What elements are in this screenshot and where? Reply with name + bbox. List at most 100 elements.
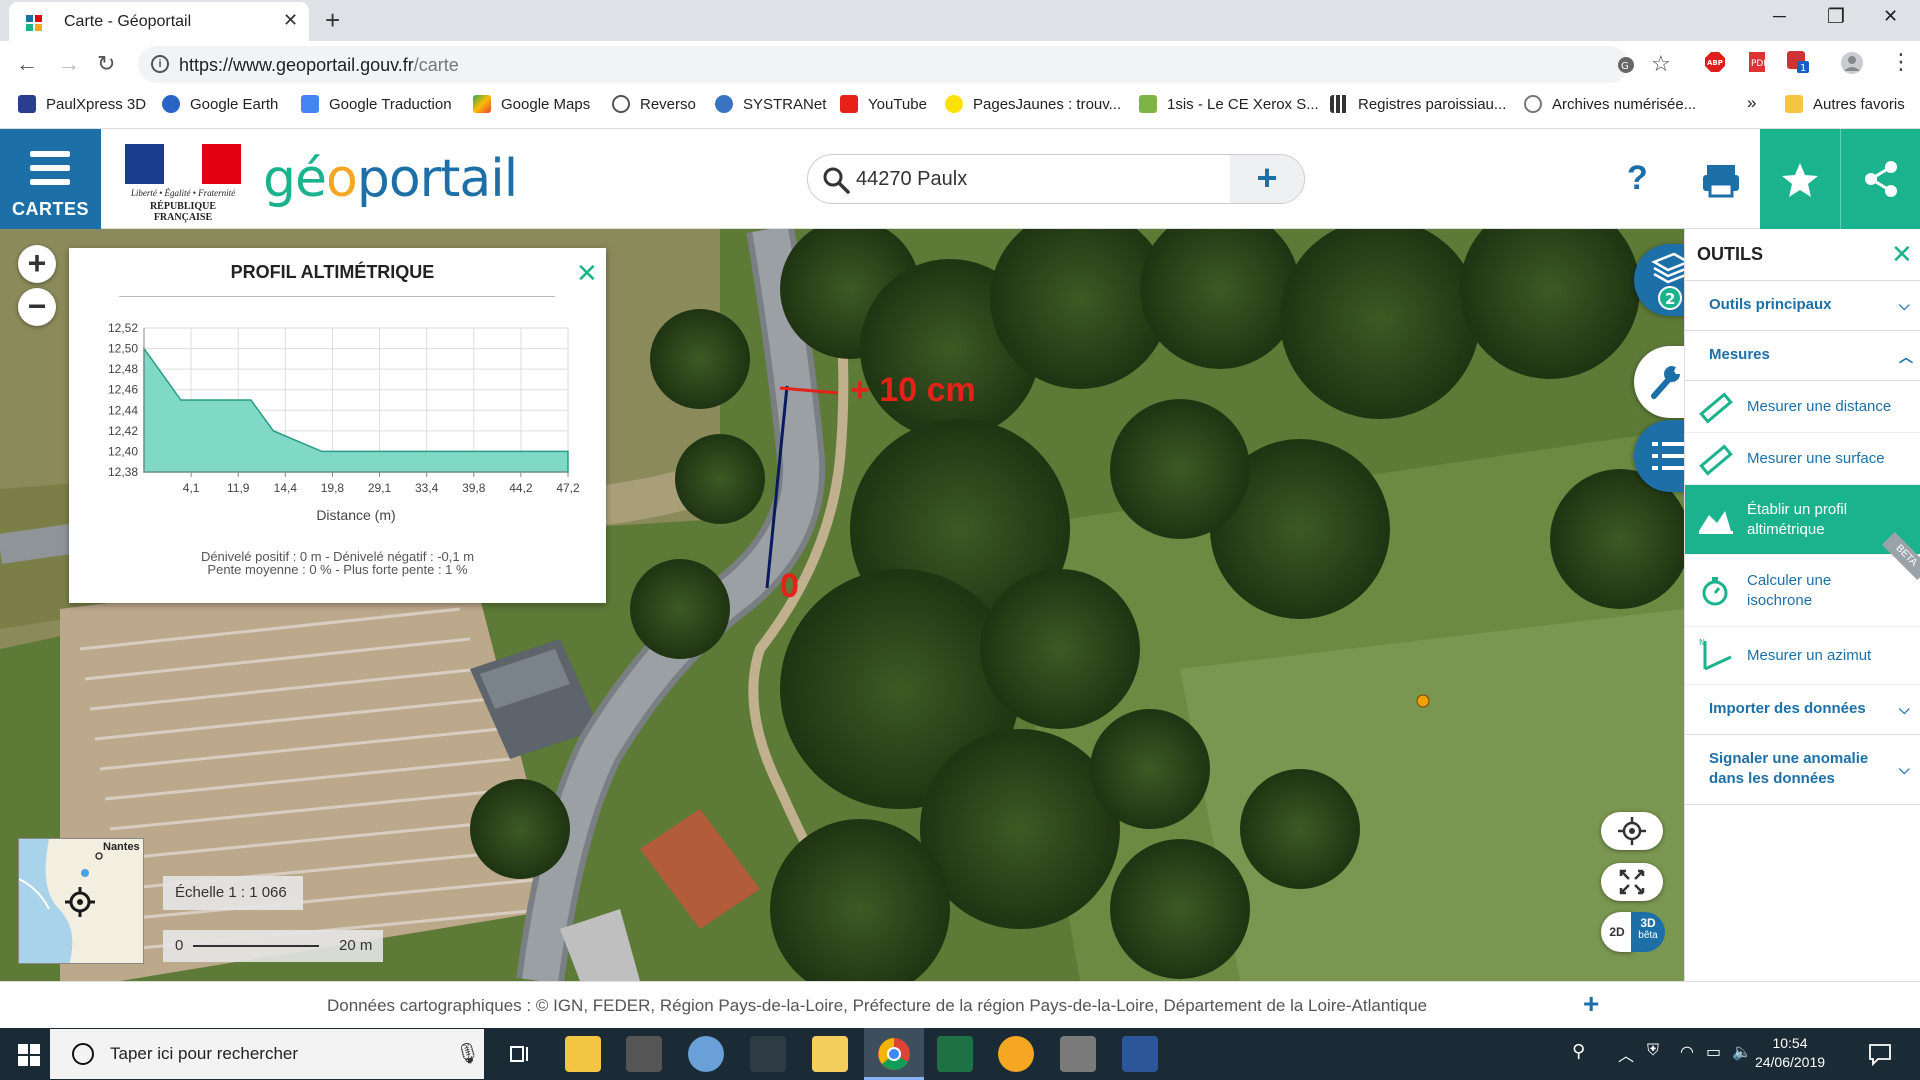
new-tab-icon[interactable]: + xyxy=(325,5,340,36)
window-close-icon[interactable]: ✕ xyxy=(1883,6,1898,27)
fullscreen-button[interactable] xyxy=(1601,863,1663,901)
chevron-up-icon: ︿ xyxy=(1899,349,1913,365)
y-tick-label: 12,52 xyxy=(108,321,138,335)
taskbar-search[interactable]: Taper ici pour rechercher 🎙 xyxy=(50,1029,484,1079)
chrome-menu-icon[interactable]: ⋮ xyxy=(1890,49,1912,75)
other-bookmarks[interactable]: Autres favoris xyxy=(1785,95,1905,113)
pdf-icon[interactable]: PDF xyxy=(1746,51,1768,73)
taskbar-clock[interactable]: 10:54 24/06/2019 xyxy=(1745,1034,1835,1072)
y-tick-label: 12,40 xyxy=(108,444,138,458)
y-tick-label: 12,42 xyxy=(108,424,138,438)
view-2d-3d-toggle[interactable]: 2D 3D bêta xyxy=(1601,912,1665,954)
bookmark-item[interactable]: SYSTRANet xyxy=(715,95,826,113)
bookmark-item[interactable]: YouTube xyxy=(840,95,927,113)
tools-tab[interactable] xyxy=(1634,346,1688,418)
profile-avatar-icon[interactable] xyxy=(1840,51,1864,75)
chevron-down-icon: ⌵ xyxy=(1899,701,1910,717)
svg-text:PDF: PDF xyxy=(1751,59,1768,69)
mail-app-icon[interactable] xyxy=(812,1036,848,1072)
notifications-icon[interactable] xyxy=(1868,1042,1892,1066)
wifi-icon[interactable]: ◠ xyxy=(1680,1042,1694,1062)
cartes-menu-button[interactable]: CARTES xyxy=(0,129,101,229)
omnibox[interactable]: i https://www.geoportail.gouv.fr/carte G… xyxy=(138,46,1671,83)
zoom-in-button[interactable]: + xyxy=(18,245,56,283)
section-report-anomaly[interactable]: Signaler une anomalie dans les données ⌵ xyxy=(1685,735,1920,805)
tool-isochrone[interactable]: Calculer une isochrone BETA xyxy=(1685,531,1920,627)
microphone-icon[interactable]: 🎙 xyxy=(455,1041,480,1066)
scale-ratio: Échelle 1 : 1 066 xyxy=(163,876,303,910)
task-view-icon[interactable] xyxy=(509,1043,531,1065)
forward-icon[interactable]: → xyxy=(58,51,80,77)
bookmark-item[interactable]: PaulXpress 3D xyxy=(18,95,146,113)
tool-measure-azimut[interactable]: N Mesurer un azimut xyxy=(1685,627,1920,685)
view-3d-button[interactable]: 3D bêta xyxy=(1631,912,1665,952)
site-info-icon[interactable]: i xyxy=(151,55,169,73)
tools-close-icon[interactable]: ✕ xyxy=(1891,239,1913,270)
profile-close-icon[interactable]: ✕ xyxy=(576,258,598,289)
extension-badge-icon[interactable]: 1 xyxy=(1785,49,1811,75)
bookmark-item[interactable]: PagesJaunes : trouv... xyxy=(945,95,1121,113)
reload-icon[interactable]: ↻ xyxy=(97,51,115,77)
excel-icon[interactable] xyxy=(937,1036,973,1072)
legend-tab[interactable] xyxy=(1634,420,1688,492)
maximize-icon[interactable]: ❐ xyxy=(1827,4,1845,29)
translate-icon[interactable]: G xyxy=(1616,55,1636,75)
map-attribution-bar: Données cartographiques : © IGN, FEDER, … xyxy=(0,981,1920,1028)
adblock-icon[interactable]: ABP xyxy=(1704,51,1726,73)
battery-icon[interactable]: ▭ xyxy=(1706,1042,1721,1062)
share-button[interactable] xyxy=(1840,129,1920,229)
zoom-out-button[interactable]: − xyxy=(18,288,56,326)
view-2d-button[interactable]: 2D xyxy=(1601,912,1633,952)
x-axis-title: Distance (m) xyxy=(316,507,395,523)
bookmark-item[interactable]: Google Earth xyxy=(162,95,278,113)
geoportail-logo[interactable]: géoportail xyxy=(263,149,518,209)
word-icon[interactable] xyxy=(1122,1036,1158,1072)
layers-tab[interactable]: 2 xyxy=(1634,244,1691,316)
help-icon[interactable]: ? xyxy=(1627,159,1648,198)
tools-header: OUTILS ✕ xyxy=(1685,229,1920,281)
y-tick-label: 12,48 xyxy=(108,362,138,376)
hamburger-icon xyxy=(30,151,70,185)
search-icon[interactable] xyxy=(822,166,850,194)
chrome-taskbar-button[interactable] xyxy=(864,1028,924,1080)
windows-start-icon[interactable] xyxy=(18,1044,40,1066)
url-text: https://www.geoportail.gouv.fr/carte xyxy=(179,55,459,75)
overview-minimap[interactable]: Nantes xyxy=(18,838,144,964)
bookmark-item[interactable]: Google Traduction xyxy=(301,95,452,113)
print-icon[interactable] xyxy=(1697,129,1745,229)
attribution-expand-icon[interactable]: + xyxy=(1583,988,1599,1020)
bookmark-item[interactable]: 1sis - Le CE Xerox S... xyxy=(1139,95,1319,113)
tool-measure-distance[interactable]: Mesurer une distance xyxy=(1685,381,1920,433)
security-icon[interactable]: ⛨ xyxy=(1647,1042,1659,1060)
app-icon[interactable] xyxy=(688,1036,724,1072)
chevron-down-icon: ⌵ xyxy=(1899,761,1910,777)
bookmark-item[interactable]: Archives numérisée... xyxy=(1524,95,1696,113)
back-icon[interactable]: ← xyxy=(16,51,38,77)
file-explorer-icon[interactable] xyxy=(565,1036,601,1072)
section-import-data[interactable]: Importer des données ⌵ xyxy=(1685,685,1920,735)
app-icon[interactable] xyxy=(998,1036,1034,1072)
app-icon[interactable] xyxy=(750,1036,786,1072)
geolocate-button[interactable] xyxy=(1601,812,1663,850)
tool-measure-surface[interactable]: Mesurer une surface xyxy=(1685,433,1920,485)
app-icon[interactable] xyxy=(1060,1036,1096,1072)
people-icon[interactable]: ⚲ xyxy=(1572,1041,1585,1062)
search-advanced-plus-icon[interactable]: + xyxy=(1230,155,1304,203)
bookmark-item[interactable]: Reverso xyxy=(612,95,696,113)
app-icon[interactable] xyxy=(626,1036,662,1072)
browser-tab[interactable]: Carte - Géoportail ✕ xyxy=(9,2,309,41)
favorites-button[interactable] xyxy=(1760,129,1840,229)
bookmark-star-icon[interactable]: ☆ xyxy=(1651,51,1671,77)
section-mesures[interactable]: Mesures ︿ xyxy=(1685,331,1920,381)
tab-close-icon[interactable]: ✕ xyxy=(283,10,298,31)
bookmark-item[interactable]: Google Maps xyxy=(473,95,590,113)
show-hidden-icons[interactable]: ︿ xyxy=(1618,1042,1634,1066)
minimize-icon[interactable]: ─ xyxy=(1773,6,1786,27)
bookmarks-overflow-icon[interactable]: » xyxy=(1747,93,1756,113)
search-input[interactable] xyxy=(856,165,1236,193)
bookmark-item[interactable]: Registres paroissiau... xyxy=(1330,95,1506,113)
section-outils-principaux[interactable]: Outils principaux ⌵ xyxy=(1685,281,1920,331)
stopwatch-icon xyxy=(1702,577,1728,606)
x-tick-label: 4,1 xyxy=(183,481,200,495)
share-icon xyxy=(1865,161,1897,197)
